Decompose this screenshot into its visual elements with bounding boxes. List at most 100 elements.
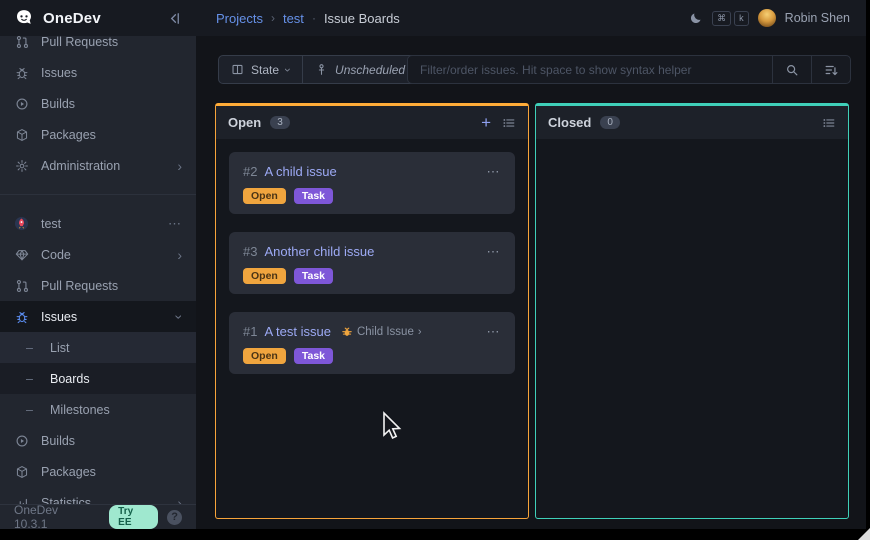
issue-title-link[interactable]: A test issue	[264, 324, 330, 339]
sidebar-project-test[interactable]: test ⋯	[0, 208, 196, 239]
chevron-right-icon: ›	[418, 326, 422, 338]
sort-order-icon	[824, 63, 838, 77]
sidebar-item-issues-boards[interactable]: – Boards	[0, 363, 196, 394]
issue-number: #1	[243, 324, 257, 339]
sidebar-item-issues[interactable]: Issues	[0, 57, 196, 88]
closed-column-body	[536, 139, 848, 165]
user-avatar[interactable]	[758, 9, 776, 27]
filter-input[interactable]	[408, 56, 772, 83]
open-column-title: Open	[228, 115, 261, 130]
try-ee-badge[interactable]: Try EE	[109, 505, 158, 529]
issue-title-link[interactable]: A child issue	[264, 164, 336, 179]
sidebar-item-issues-list[interactable]: – List	[0, 332, 196, 363]
help-icon[interactable]: ?	[167, 510, 182, 525]
chevron-right-icon: ›	[177, 496, 182, 505]
breadcrumb-current-page: Issue Boards	[324, 11, 400, 26]
column-list-icon[interactable]	[822, 116, 836, 130]
search-icon	[785, 63, 799, 77]
sidebar-item-code[interactable]: Code ›	[0, 239, 196, 270]
sidebar-item-label: Milestones	[50, 403, 110, 417]
open-column-body: #2 A child issue ⋯ Open Task #3 Another …	[216, 139, 528, 387]
sidebar: Pull Requests Issues Builds	[0, 36, 196, 504]
board-columns-icon	[231, 63, 244, 76]
pull-request-icon	[14, 279, 29, 293]
closed-column-title: Closed	[548, 115, 591, 130]
sidebar-item-issues-milestones[interactable]: – Milestones	[0, 394, 196, 425]
state-label-open: Open	[243, 188, 286, 204]
issue-card[interactable]: #1 A test issue Child Issue › ⋯	[229, 312, 515, 374]
sidebar-item-project-pull-requests[interactable]: Pull Requests	[0, 270, 196, 301]
play-circle-icon	[14, 434, 29, 448]
sidebar-item-administration[interactable]: Administration ›	[0, 150, 196, 181]
type-label-task: Task	[294, 268, 333, 284]
user-name[interactable]: Robin Shen	[785, 11, 850, 25]
board-column-open: Open 3 + #2 A child issue ⋯	[215, 103, 529, 519]
topbar-actions: ⌘ k Robin Shen	[689, 9, 866, 27]
sidebar-item-label: Boards	[50, 372, 90, 386]
gem-icon	[14, 248, 29, 262]
sidebar-item-project-builds[interactable]: Builds	[0, 425, 196, 456]
dark-mode-toggle-icon[interactable]	[689, 11, 703, 25]
issue-card[interactable]: #3 Another child issue ⋯ Open Task	[229, 232, 515, 294]
state-dropdown-button[interactable]: State ›	[219, 56, 302, 83]
breadcrumb: Projects › test · Issue Boards	[196, 11, 400, 26]
version-label: OneDev 10.3.1	[14, 503, 94, 529]
issue-title-link[interactable]: Another child issue	[264, 244, 374, 259]
sidebar-item-label: Administration	[41, 159, 120, 173]
search-button[interactable]	[772, 56, 811, 83]
type-label-task: Task	[294, 348, 333, 364]
add-issue-button[interactable]: +	[481, 114, 491, 131]
order-button[interactable]	[811, 56, 850, 83]
sidebar-item-statistics[interactable]: Statistics ›	[0, 487, 196, 504]
cmd-key-hint: ⌘	[712, 11, 731, 26]
chevron-down-icon: ›	[281, 68, 295, 72]
package-icon	[14, 465, 29, 479]
sub-item-dash: –	[26, 341, 38, 355]
sidebar-item-label: Issues	[41, 66, 77, 80]
issue-card[interactable]: #2 A child issue ⋯ Open Task	[229, 152, 515, 214]
type-label-task: Task	[294, 188, 333, 204]
issue-number: #3	[243, 244, 257, 259]
column-list-icon[interactable]	[502, 116, 516, 130]
sidebar-item-label: Packages	[41, 465, 96, 479]
sidebar-item-packages[interactable]: Packages	[0, 119, 196, 150]
sidebar-item-pull-requests[interactable]: Pull Requests	[0, 36, 196, 57]
state-label-open: Open	[243, 268, 286, 284]
sidebar-item-label: Code	[41, 248, 71, 262]
sidebar-collapse-icon[interactable]	[167, 11, 182, 26]
breadcrumb-project-link[interactable]: test	[283, 11, 304, 26]
sidebar-item-project-packages[interactable]: Packages	[0, 456, 196, 487]
sidebar-item-label: Builds	[41, 434, 75, 448]
chevron-down-icon: ›	[173, 314, 187, 319]
sub-item-dash: –	[26, 403, 38, 417]
package-icon	[14, 128, 29, 142]
brand-name: OneDev	[43, 10, 101, 27]
k-key-hint: k	[734, 11, 749, 26]
card-menu-icon[interactable]: ⋯	[487, 248, 502, 256]
sidebar-item-label: Builds	[41, 97, 75, 111]
sidebar-item-project-issues[interactable]: Issues ›	[0, 301, 196, 332]
board-filter-buttons: State › Unscheduled ›	[218, 55, 429, 84]
onedev-logo-icon[interactable]	[14, 8, 34, 28]
chevron-right-icon: ›	[177, 159, 182, 173]
brand-area: OneDev	[0, 0, 196, 36]
card-menu-icon[interactable]: ⋯	[487, 328, 502, 336]
sidebar-item-label: Packages	[41, 128, 96, 142]
sidebar-item-label: Pull Requests	[41, 36, 118, 49]
closed-count-badge: 0	[600, 116, 620, 129]
board-column-closed: Closed 0	[535, 103, 849, 519]
milestone-dropdown-label: Unscheduled	[335, 63, 405, 77]
top-bar: OneDev Projects › test · Issue Boards ⌘ …	[0, 0, 866, 36]
sidebar-item-label: List	[50, 341, 69, 355]
issue-number: #2	[243, 164, 257, 179]
keyboard-shortcut-hint: ⌘ k	[712, 11, 749, 26]
project-menu-icon[interactable]: ⋯	[168, 216, 182, 232]
breadcrumb-projects-link[interactable]: Projects	[216, 11, 263, 26]
child-issue-link[interactable]: Child Issue ›	[341, 326, 422, 338]
card-menu-icon[interactable]: ⋯	[487, 168, 502, 176]
sidebar-item-builds[interactable]: Builds	[0, 88, 196, 119]
milestone-icon	[315, 63, 328, 76]
gear-icon	[14, 159, 29, 173]
pull-request-icon	[14, 36, 29, 49]
sidebar-divider	[0, 194, 196, 195]
